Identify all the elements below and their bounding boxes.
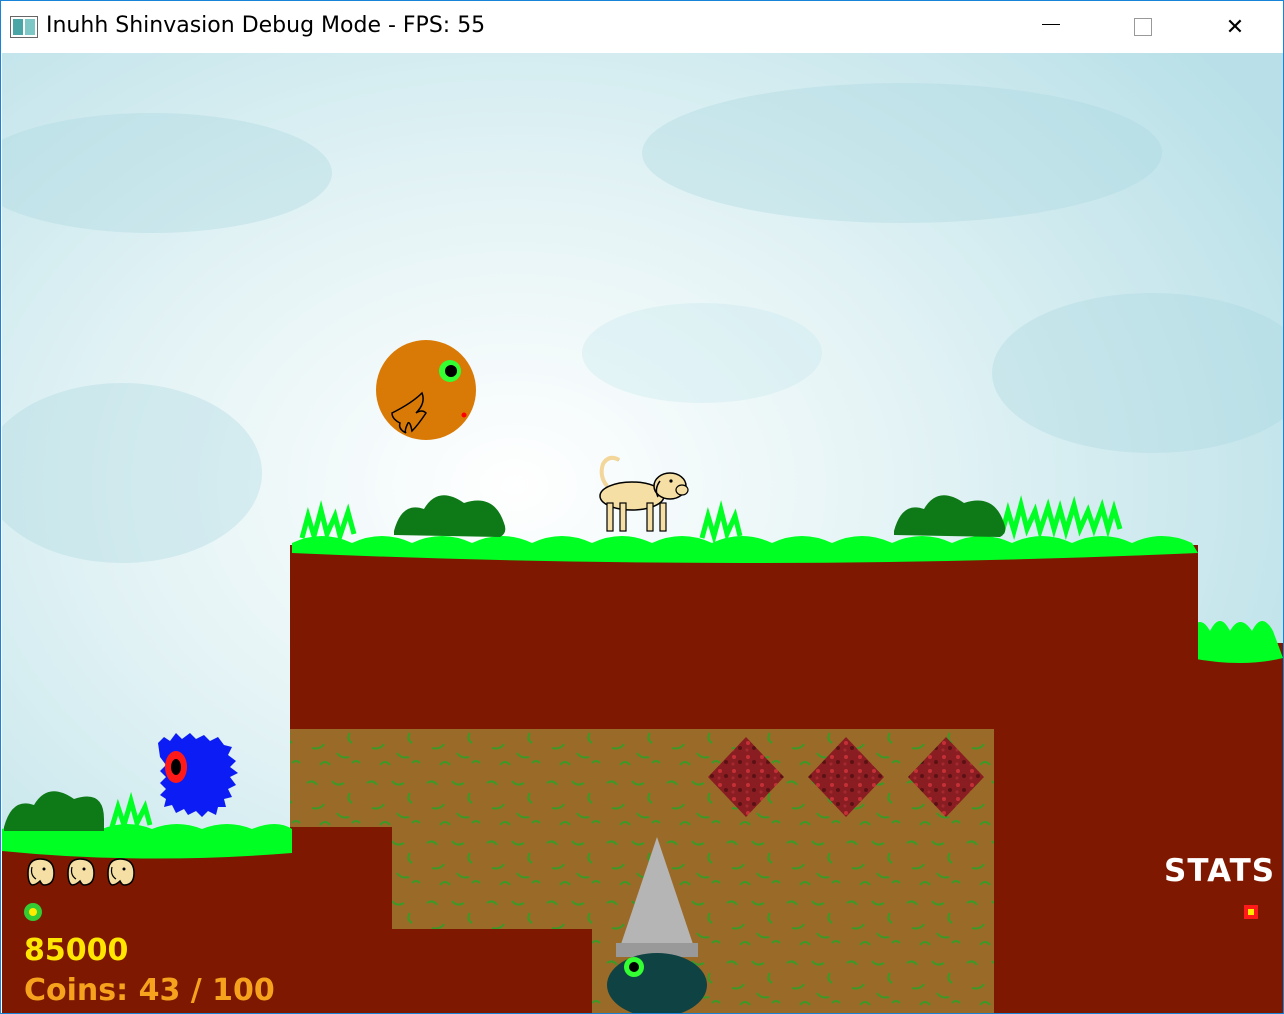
green-gem-icon	[24, 903, 42, 921]
title-bar[interactable]: Inuhh Shinvasion Debug Mode - FPS: 55 ✕	[1, 1, 1283, 53]
minimize-icon	[1042, 23, 1060, 25]
maximize-icon	[1134, 18, 1152, 36]
minimize-button[interactable]	[1005, 1, 1097, 53]
window-title: Inuhh Shinvasion Debug Mode - FPS: 55	[46, 13, 486, 38]
red-gem-icon	[1244, 905, 1258, 919]
lives-display	[27, 858, 135, 886]
close-icon: ✕	[1225, 14, 1245, 40]
game-window: Inuhh Shinvasion Debug Mode - FPS: 55 ✕	[0, 0, 1284, 1014]
coins-counter: Coins: 43 / 100	[24, 973, 275, 1008]
dog-head-icon	[27, 858, 55, 886]
dog-head-icon	[67, 858, 95, 886]
orange-bird-enemy	[376, 340, 476, 440]
game-scene	[2, 53, 1283, 1013]
dog-head-icon	[107, 858, 135, 886]
stats-label[interactable]: STATS	[1164, 853, 1275, 889]
maximize-button[interactable]	[1097, 1, 1189, 53]
red-diamond-blocks	[708, 737, 984, 817]
game-viewport[interactable]: 85000 Coins: 43 / 100 STATS	[2, 53, 1283, 1013]
app-icon	[10, 16, 38, 38]
close-button[interactable]: ✕	[1189, 1, 1281, 53]
score-display: 85000	[24, 933, 129, 968]
